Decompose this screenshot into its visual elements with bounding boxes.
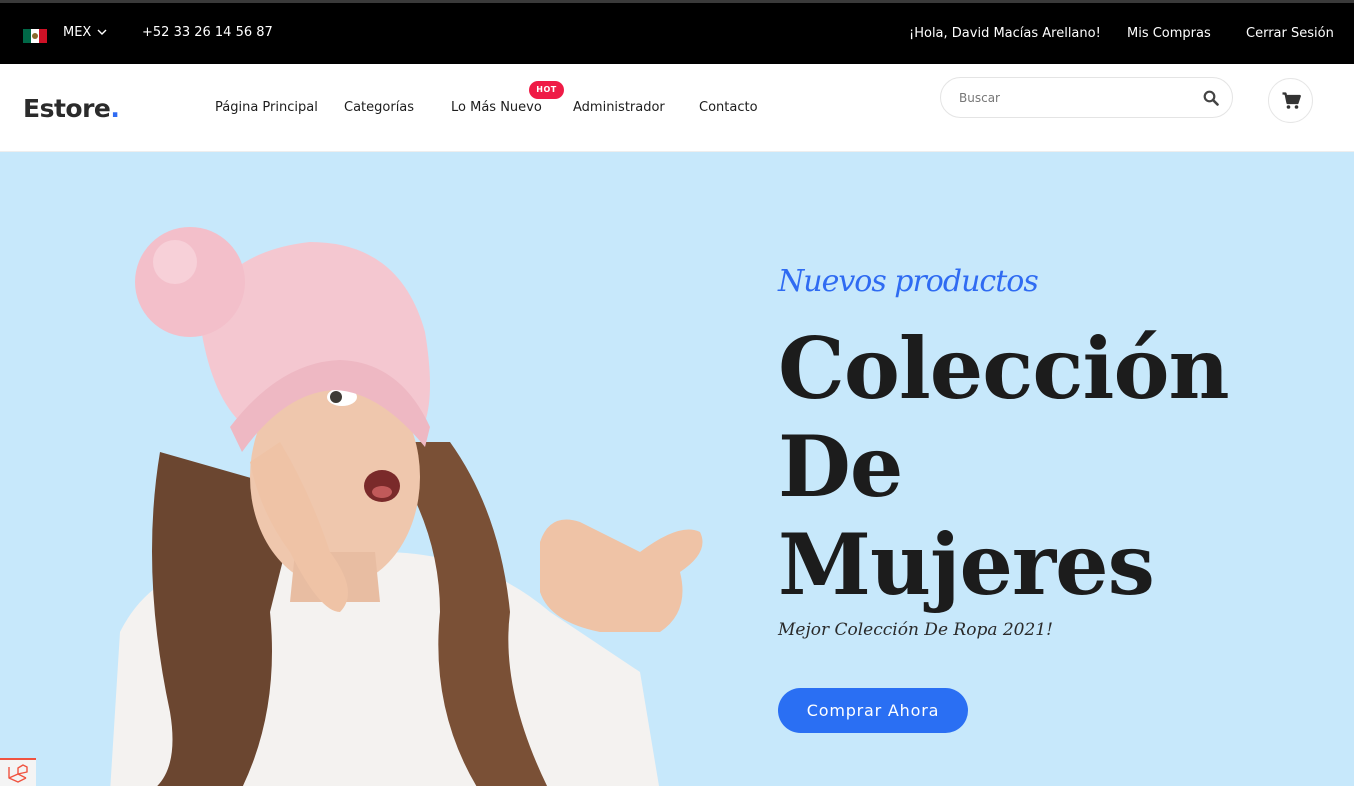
headline-line-1: Colección <box>778 319 1230 418</box>
nav-categories[interactable]: Categorías <box>344 100 414 115</box>
user-greeting[interactable]: ¡Hola, David Macías Arellano! <box>909 26 1101 41</box>
main-header: Estore. Página Principal Categorías Lo M… <box>0 64 1354 152</box>
nav-admin[interactable]: Administrador <box>573 100 665 115</box>
hero-tagline: Nuevos productos <box>778 264 1039 299</box>
laravel-icon <box>8 764 28 783</box>
hero-banner: Nuevos productos Colección De Mujeres Me… <box>0 152 1354 786</box>
hot-badge: HOT <box>529 81 564 99</box>
laravel-debug-badge[interactable] <box>0 758 36 786</box>
nav-contact[interactable]: Contacto <box>699 100 758 115</box>
phone-number: +52 33 26 14 56 87 <box>142 25 273 40</box>
headline-line-3: Mujeres <box>778 515 1155 614</box>
search-icon[interactable] <box>1203 90 1219 106</box>
nav-home[interactable]: Página Principal <box>215 100 318 115</box>
cart-button[interactable] <box>1268 78 1313 123</box>
search-input[interactable] <box>959 88 1189 108</box>
logo-text: Estore <box>23 94 111 123</box>
mexico-flag-icon[interactable] <box>23 29 47 43</box>
hero-model-image <box>110 227 703 786</box>
cart-icon <box>1282 92 1301 109</box>
logo-dot: . <box>110 94 120 123</box>
logout-link[interactable]: Cerrar Sesión <box>1246 26 1334 41</box>
logo[interactable]: Estore. <box>23 94 120 123</box>
hero-subtitle: Mejor Colección De Ropa 2021! <box>778 620 1053 640</box>
headline-line-2: De <box>778 417 903 516</box>
chevron-down-icon[interactable] <box>97 27 107 37</box>
nav-newest[interactable]: Lo Más Nuevo <box>451 100 542 115</box>
shop-now-button[interactable]: Comprar Ahora <box>778 688 968 733</box>
country-selector[interactable]: MEX <box>63 25 91 40</box>
search-box <box>940 77 1233 118</box>
my-purchases-link[interactable]: Mis Compras <box>1127 26 1211 41</box>
top-bar: MEX +52 33 26 14 56 87 ¡Hola, David Mací… <box>0 0 1354 64</box>
hero-headline: Colección De Mujeres <box>778 319 1230 614</box>
